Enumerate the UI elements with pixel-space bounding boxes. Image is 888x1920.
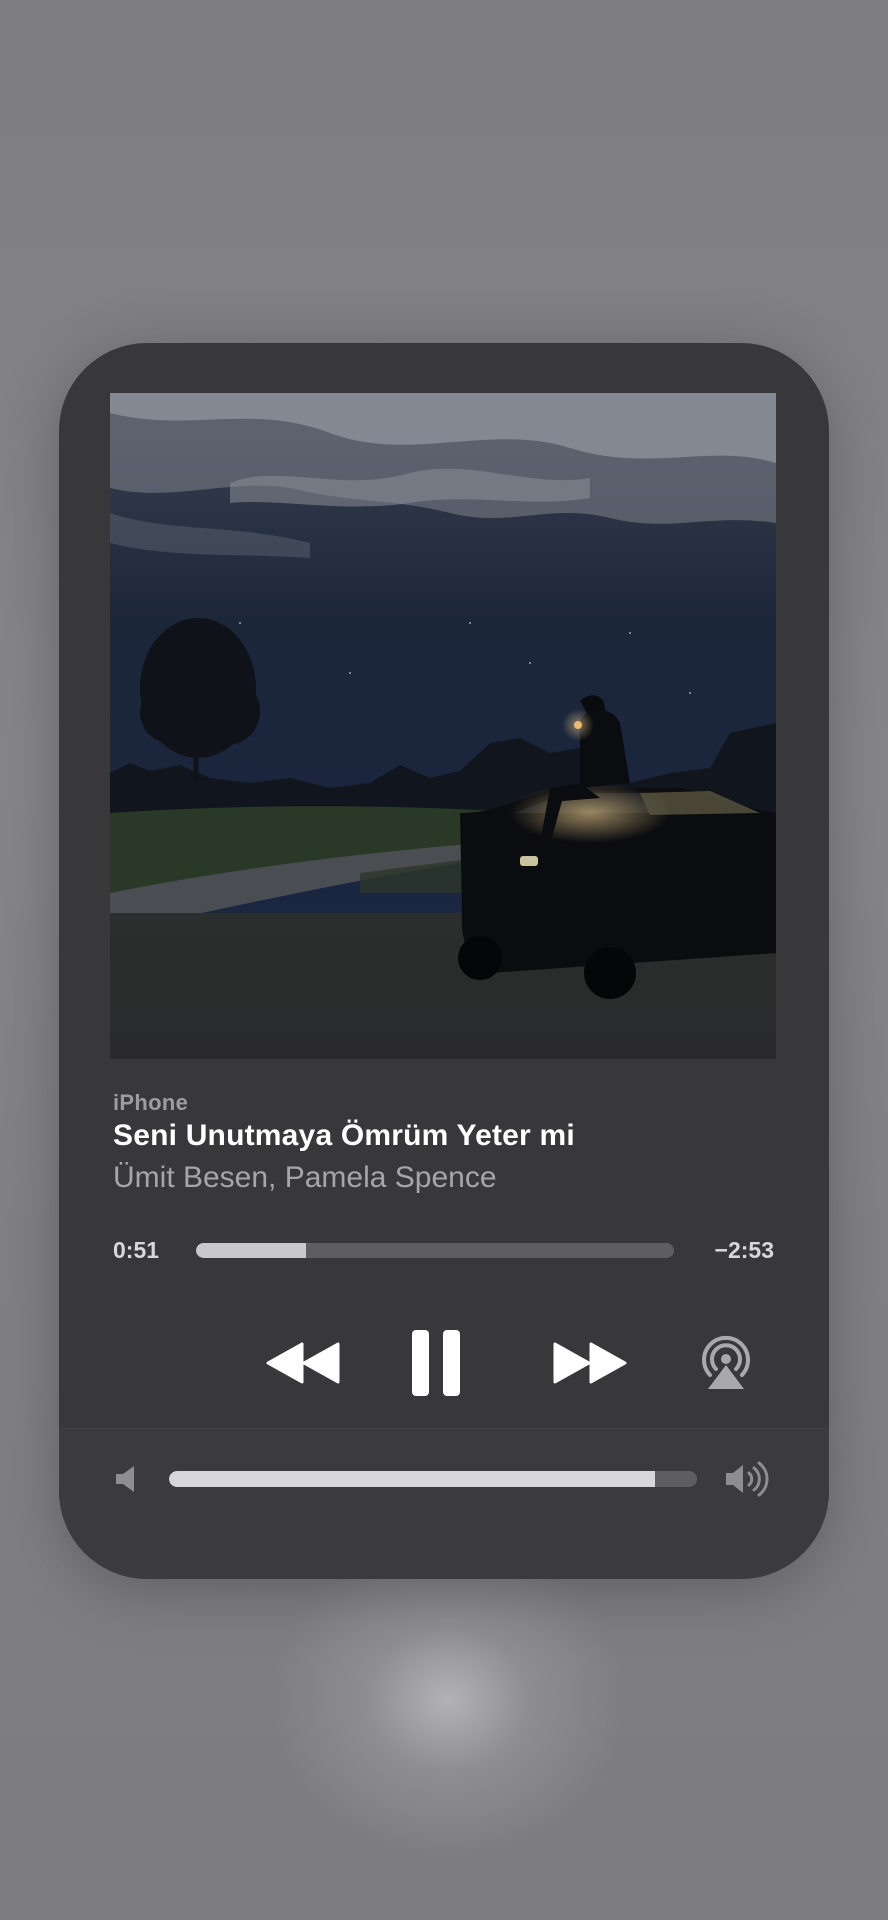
volume-slider[interactable] [169,1471,697,1487]
fast-forward-icon [553,1342,627,1384]
speaker-low-icon [114,1463,142,1495]
album-artwork-image [110,393,776,1059]
now-playing-card: iPhone Seni Unutmaya Ömrüm Yeter mi Ümit… [59,343,829,1579]
song-artist[interactable]: Ümit Besen, Pamela Spence [113,1161,497,1195]
playback-scrubber[interactable] [196,1243,674,1258]
volume-section [59,1428,829,1579]
playback-progress-fill [196,1243,306,1258]
volume-level-fill [169,1471,655,1487]
airplay-button[interactable] [694,1329,758,1393]
rewind-icon [266,1342,340,1384]
album-artwork[interactable] [110,393,776,1059]
fast-forward-button[interactable] [549,1333,629,1393]
song-title[interactable]: Seni Unutmaya Ömrüm Yeter mi [113,1119,575,1153]
time-remaining: −2:53 [714,1237,774,1263]
rewind-button[interactable] [264,1333,344,1393]
time-elapsed: 0:51 [113,1237,160,1263]
speaker-high-icon [724,1461,772,1497]
pause-icon [412,1330,460,1396]
pause-button[interactable] [406,1323,466,1403]
airplay-icon [702,1335,750,1389]
output-device-label: iPhone [113,1090,189,1115]
